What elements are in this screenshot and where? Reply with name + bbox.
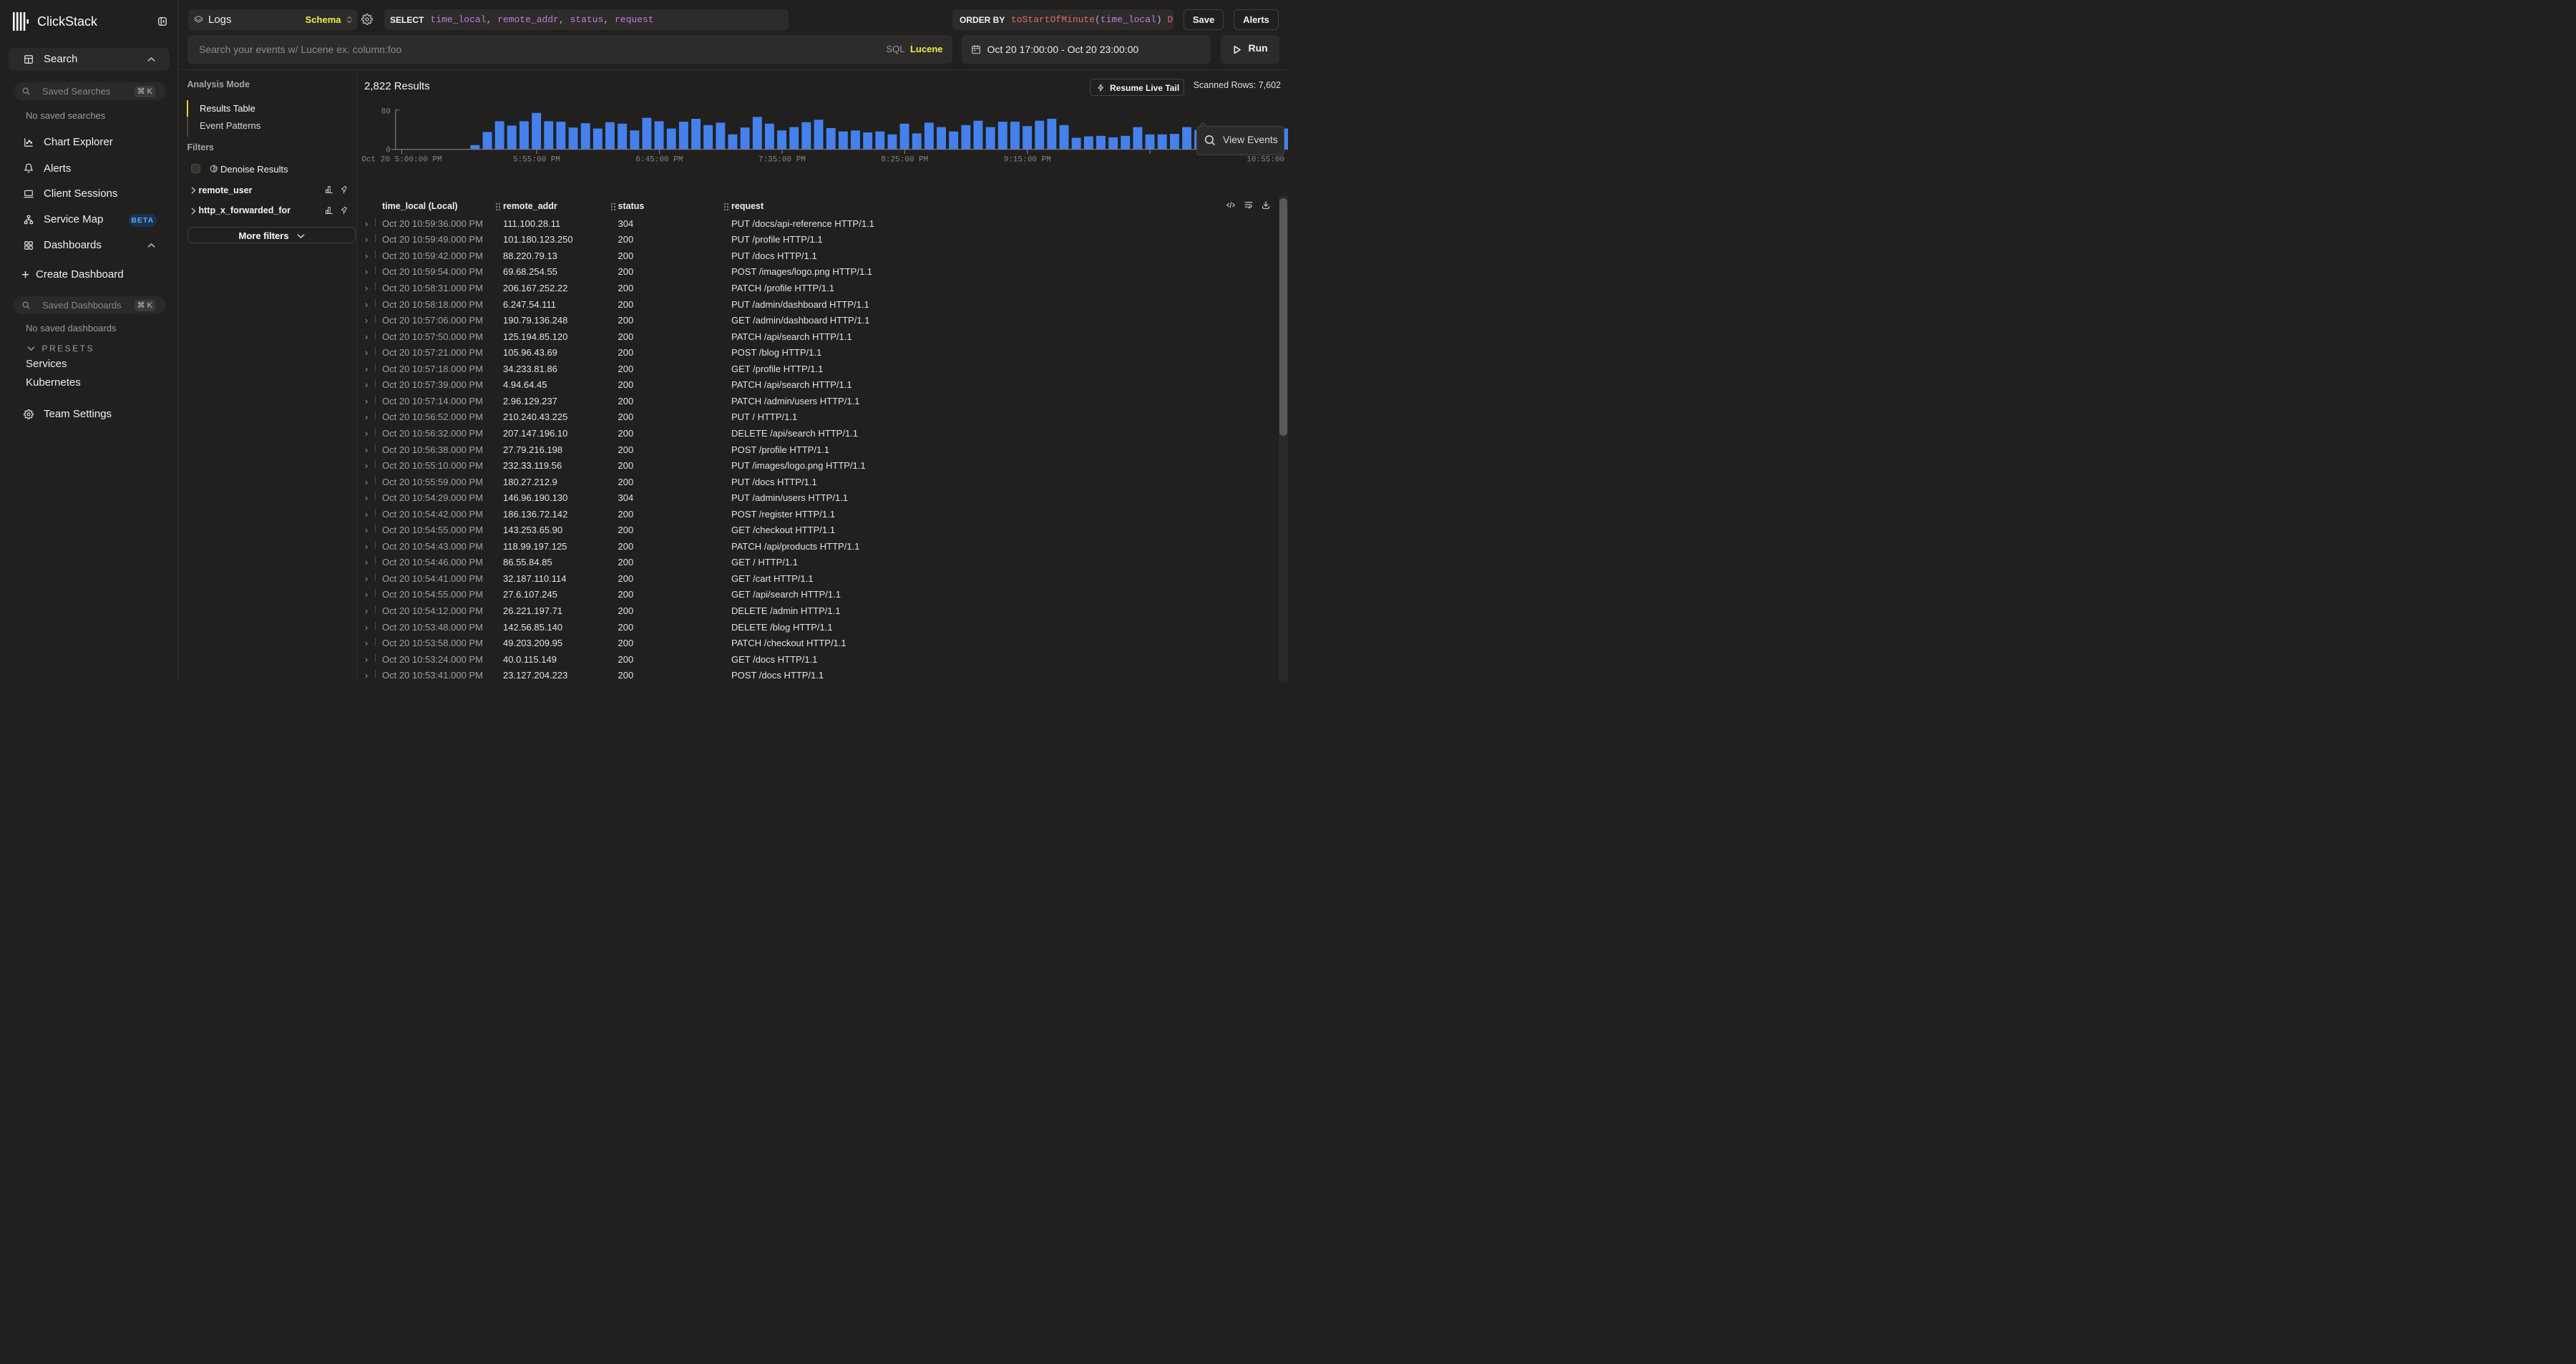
svg-text:Oct 20 5:00:00 PM: Oct 20 5:00:00 PM xyxy=(361,156,441,165)
svg-text:View Events: View Events xyxy=(1223,134,1278,145)
svg-text:9:15:00 PM: 9:15:00 PM xyxy=(1004,156,1051,165)
svg-text:80: 80 xyxy=(381,108,391,117)
svg-text:5:55:00 PM: 5:55:00 PM xyxy=(513,156,560,165)
svg-text:6:45:00 PM: 6:45:00 PM xyxy=(635,156,683,165)
svg-text:7:35:00 PM: 7:35:00 PM xyxy=(758,156,806,165)
svg-text:8:25:00 PM: 8:25:00 PM xyxy=(881,156,928,165)
svg-text:0: 0 xyxy=(386,147,391,155)
